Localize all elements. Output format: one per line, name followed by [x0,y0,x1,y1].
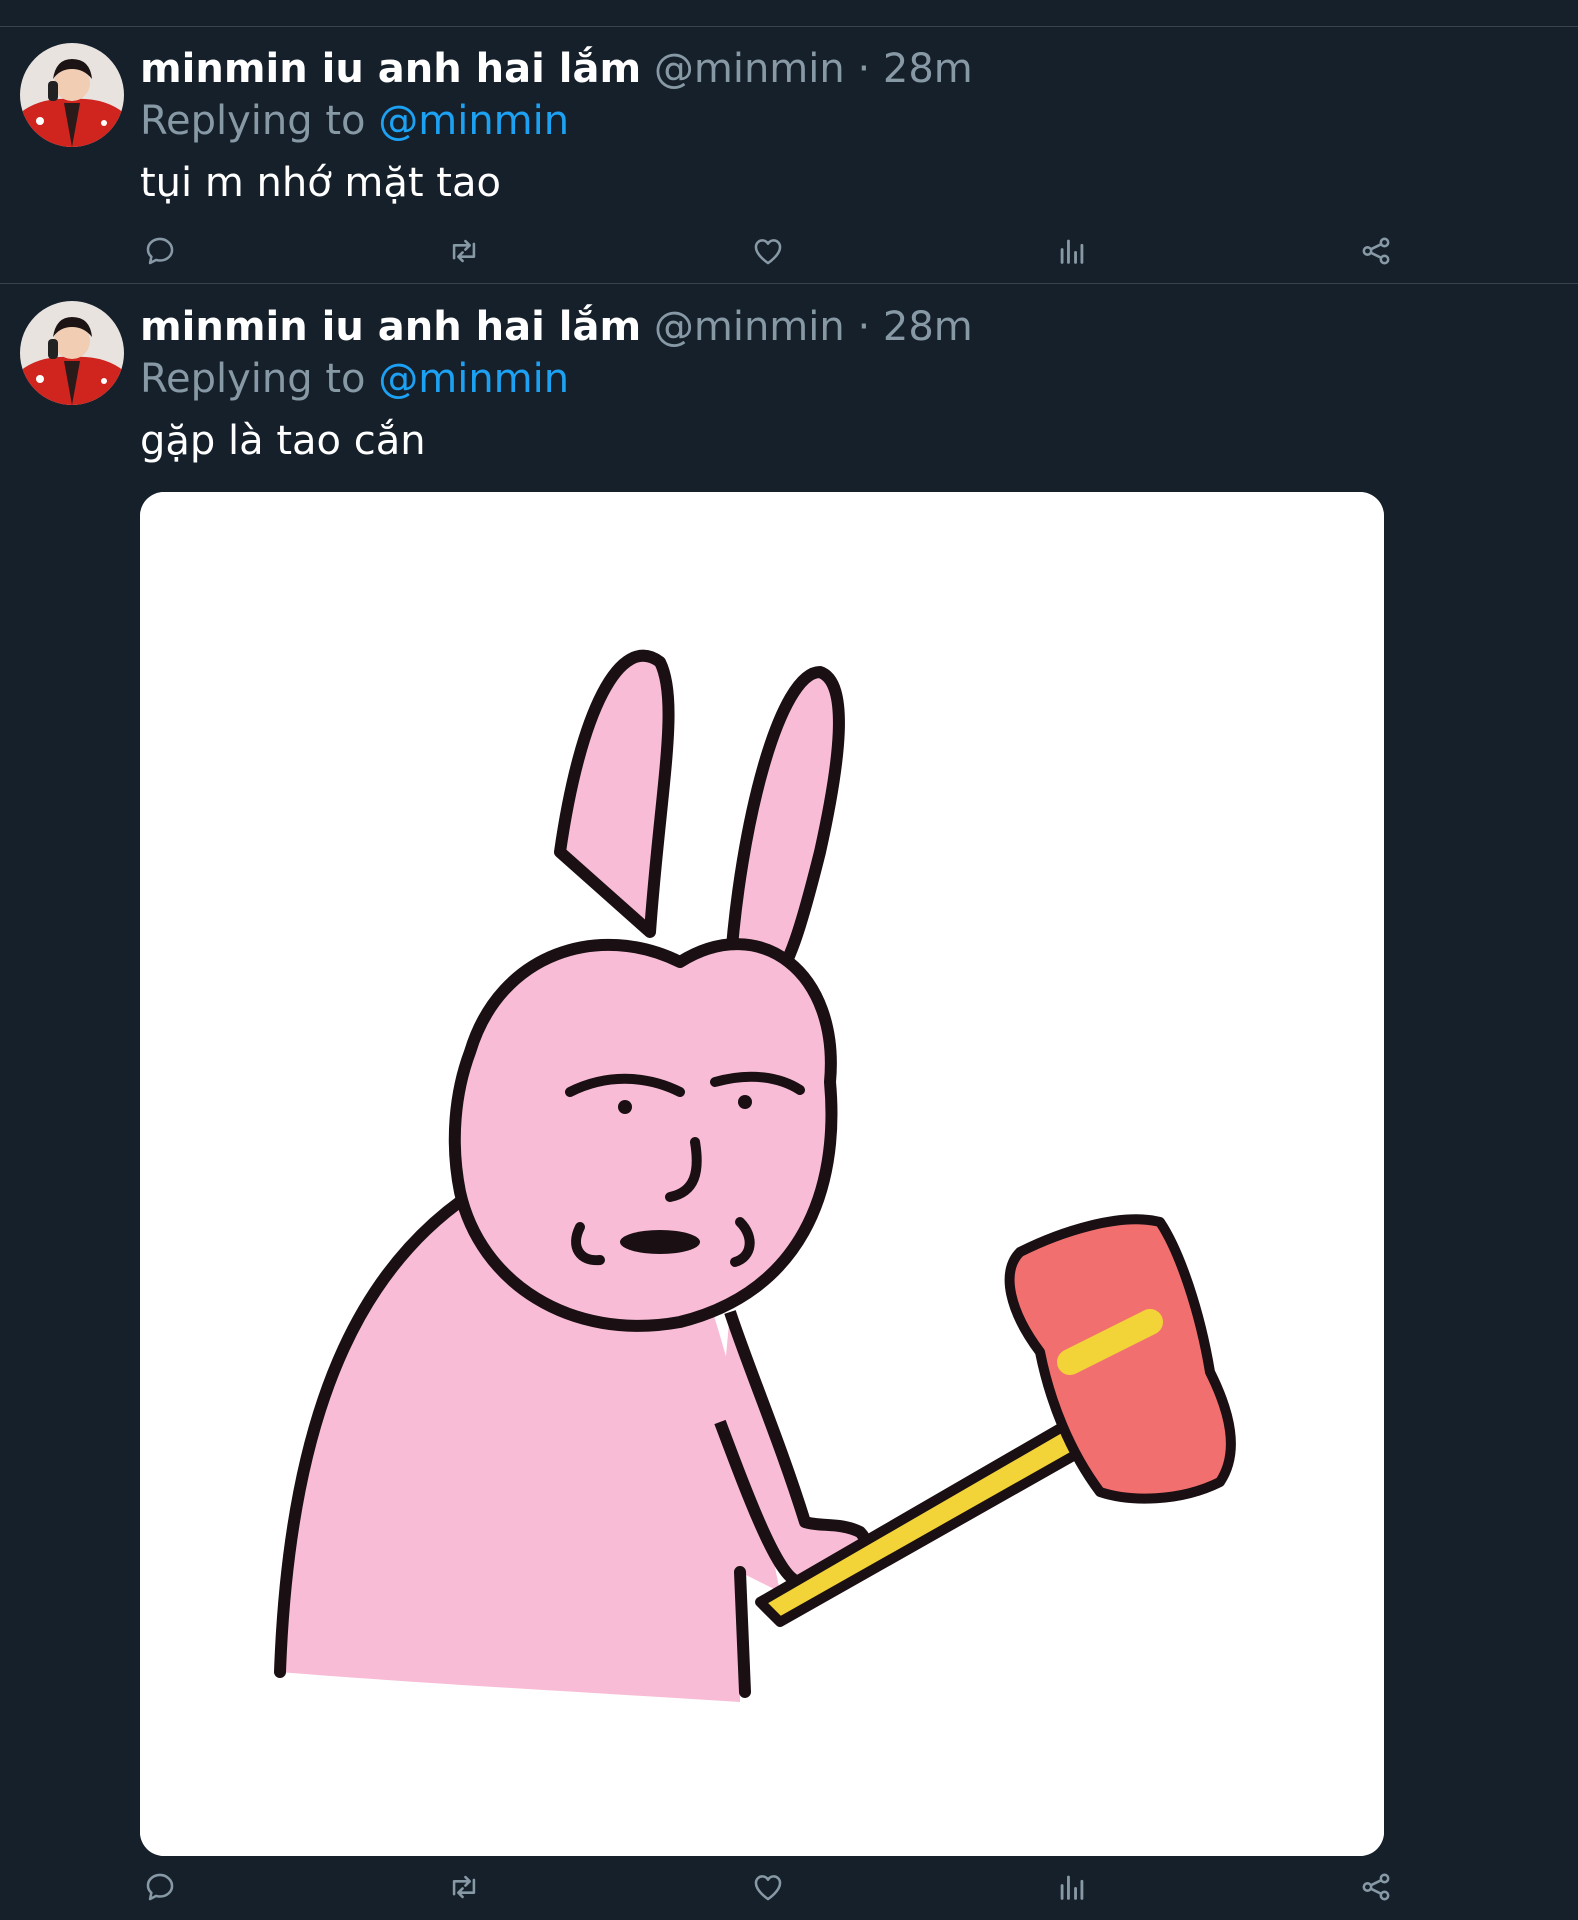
tweet-1[interactable]: minmin iu anh hai lắm @minmin · 28m Repl… [0,27,1578,284]
avatar[interactable] [20,301,124,405]
analytics-icon [1060,1875,1084,1900]
separator-dot: · [857,304,871,350]
avatar[interactable] [20,43,124,147]
tweet-actions [140,231,1400,271]
analytics-icon [1060,239,1084,264]
reply-icon [146,1873,174,1901]
like-button[interactable] [748,1867,788,1907]
retweet-button[interactable] [444,231,484,271]
tweet-actions [140,1867,1400,1907]
reply-button[interactable] [140,231,180,271]
user-handle[interactable]: @minmin [654,304,845,350]
share-icon [1362,1873,1390,1901]
replying-to-handle[interactable]: @minmin [378,98,569,144]
share-icon [1362,237,1390,265]
analytics-button[interactable] [1052,1867,1092,1907]
tweet-media-image[interactable] [140,492,1384,1856]
retweet-icon [452,239,476,263]
tweet-timestamp[interactable]: 28m [883,46,973,92]
heart-icon [754,239,782,265]
tweet-timestamp[interactable]: 28m [883,304,973,350]
retweet-icon [452,1875,476,1899]
pink-rabbit-with-hammer-image [140,492,1384,1856]
separator-dot: · [857,46,871,92]
replying-to-label: Replying to [140,356,366,402]
tweet-header: minmin iu anh hai lắm @minmin · 28m [140,301,973,353]
replying-to-line: Replying to @minmin [140,353,569,405]
replying-to-line: Replying to @minmin [140,95,569,147]
like-button[interactable] [748,231,788,271]
share-button[interactable] [1356,1867,1396,1907]
display-name[interactable]: minmin iu anh hai lắm [140,46,641,92]
replying-to-handle[interactable]: @minmin [378,356,569,402]
heart-icon [754,1875,782,1901]
reply-icon [146,237,174,265]
previous-tweet-edge [0,0,1578,27]
display-name[interactable]: minmin iu anh hai lắm [140,304,641,350]
replying-to-label: Replying to [140,98,366,144]
share-button[interactable] [1356,231,1396,271]
tweet-text: tụi m nhớ mặt tao [140,160,501,206]
retweet-button[interactable] [444,1867,484,1907]
tweet-text: gặp là tao cắn [140,418,426,464]
reply-button[interactable] [140,1867,180,1907]
user-handle[interactable]: @minmin [654,46,845,92]
tweet-2[interactable]: minmin iu anh hai lắm @minmin · 28m Repl… [0,285,1578,1920]
tweet-header: minmin iu anh hai lắm @minmin · 28m [140,43,973,95]
analytics-button[interactable] [1052,231,1092,271]
